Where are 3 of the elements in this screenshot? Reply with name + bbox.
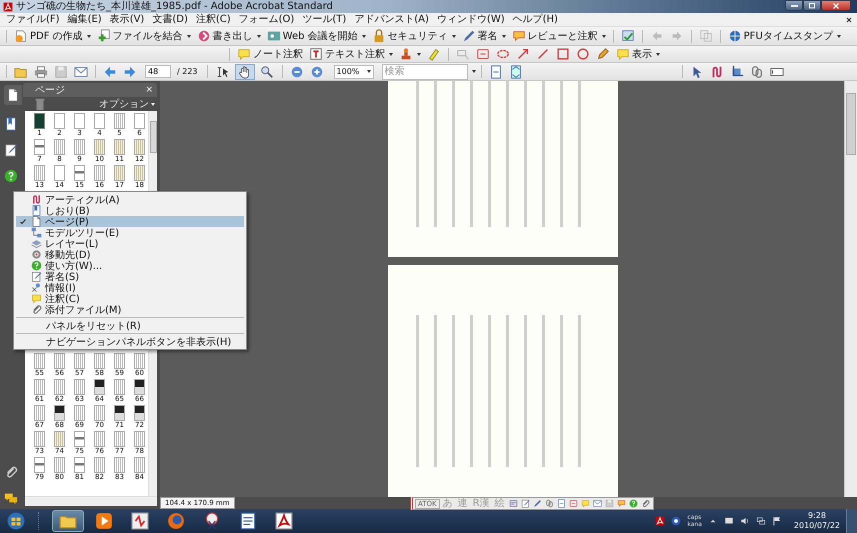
window-title: サンゴ礁の生物たち_本川達雄_1985.pdf - Adobe Acrobat Standard [16,0,333,12]
page-count: / 223 [177,67,198,76]
panel-title: ページ [35,84,65,97]
